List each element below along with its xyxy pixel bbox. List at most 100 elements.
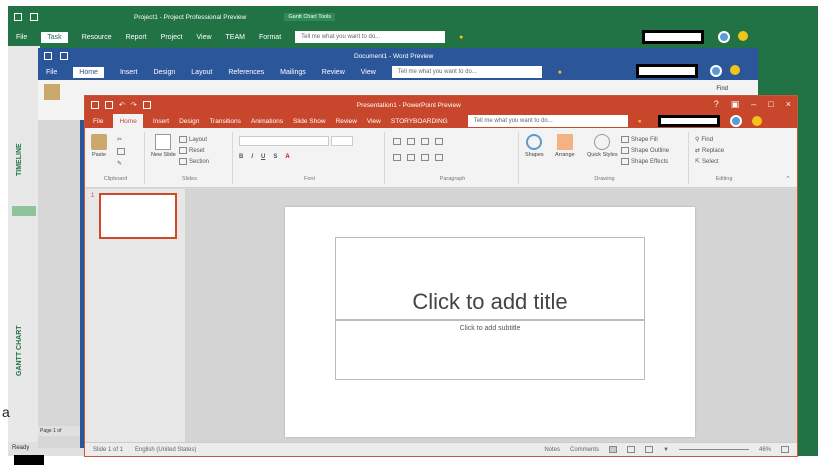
ribbon-display-icon[interactable]: ▣ [731,99,740,110]
word-page-status: Page 1 of [38,426,80,436]
select-button[interactable]: ⇱ Select [695,158,719,166]
word-tab-insert[interactable]: Insert [120,69,138,76]
section-button[interactable]: Section [179,158,209,165]
format-painter-button[interactable]: ✎ [117,160,122,167]
slide-thumbnail[interactable] [99,193,177,239]
align-right-icon[interactable] [421,154,429,161]
language-status[interactable]: English (United States) [135,447,196,453]
word-account-icon[interactable] [710,65,722,77]
word-tab-view[interactable]: View [361,69,376,76]
justify-icon[interactable] [435,154,443,161]
word-save-icon[interactable] [60,52,68,60]
bullets-icon[interactable] [393,138,401,145]
start-slideshow-icon[interactable] [142,101,151,109]
strikethrough-button[interactable]: S [273,154,277,160]
ppt-tab-home[interactable]: Home [113,114,143,128]
bold-button[interactable]: B [239,154,243,160]
layout-button[interactable]: Layout [179,136,207,143]
font-color-button[interactable]: A [285,154,289,160]
normal-view-icon[interactable] [609,446,618,453]
ppt-account-icon[interactable] [729,115,742,127]
slideshow-view-icon[interactable]: ▼ [663,447,669,453]
help-icon[interactable]: ? [714,99,719,110]
project-tab-report[interactable]: Report [126,34,147,41]
reset-button[interactable]: Reset [179,147,205,154]
account-icon[interactable] [718,31,730,43]
italic-button[interactable]: I [251,154,253,160]
shape-outline-button[interactable]: Shape Outline [621,147,669,154]
new-slide-button[interactable]: New Slide [151,134,176,158]
reset-icon [179,147,187,154]
fit-to-window-icon[interactable] [781,446,789,453]
collapse-ribbon-icon[interactable]: ⌃ [785,175,791,183]
project-tab-view[interactable]: View [196,34,211,41]
ppt-tab-file[interactable]: File [93,118,103,125]
undo-icon[interactable]: ↶ [119,101,125,109]
powerpoint-window[interactable]: ↶ ↷ Presentation1 - PowerPoint Preview ?… [84,95,798,457]
project-tab-project[interactable]: Project [161,34,183,41]
project-tab-format[interactable]: Format [259,34,281,41]
slide-sorter-icon[interactable] [627,446,636,453]
ppt-tab-slideshow[interactable]: Slide Show [293,118,326,125]
project-tellme-input[interactable]: Tell me what you want to do... [295,31,446,43]
slide-canvas[interactable]: Click to add title Click to add subtitle [285,207,695,437]
title-placeholder[interactable]: Click to add title [335,237,645,320]
quick-styles-button[interactable]: Quick Styles [587,134,618,158]
shape-fill-button[interactable]: Shape Fill [621,136,658,143]
underline-button[interactable]: U [261,154,265,160]
arrange-button[interactable]: Arrange [555,134,575,158]
minimize-button[interactable]: – [751,99,756,110]
ppt-tab-animations[interactable]: Animations [251,118,283,125]
redo-icon[interactable]: ↷ [131,101,137,109]
ppt-tab-view[interactable]: View [367,118,381,125]
cut-button[interactable]: ✂ [117,136,122,143]
increase-indent-icon[interactable] [435,138,443,145]
word-tab-home[interactable]: Home [73,66,104,78]
ppt-tab-storyboarding[interactable]: STORYBOARDING [391,118,448,125]
project-tab-task[interactable]: Task [41,31,68,43]
close-button[interactable]: × [786,99,791,110]
feedback-smiley-icon[interactable] [738,31,748,41]
notes-button[interactable]: Notes [544,447,560,453]
reading-view-icon[interactable] [645,446,654,453]
word-tab-references[interactable]: References [228,69,264,76]
ppt-tab-transitions[interactable]: Transitions [209,118,241,125]
zoom-slider[interactable] [678,449,749,450]
shapes-button[interactable]: Shapes [525,134,544,158]
ppt-feedback-icon[interactable] [751,116,762,126]
align-left-icon[interactable] [393,154,401,161]
save-icon[interactable] [30,13,38,21]
numbering-icon[interactable] [407,138,415,145]
maximize-button[interactable]: □ [768,99,773,110]
replace-button[interactable]: ⇄ Replace [695,147,724,155]
word-tab-mailings[interactable]: Mailings [280,69,306,76]
decrease-indent-icon[interactable] [421,138,429,145]
word-tab-file[interactable]: File [46,69,57,76]
ppt-tellme-input[interactable]: Tell me what you want to do... [467,115,628,127]
project-tab-file[interactable]: File [16,34,27,41]
align-center-icon[interactable] [407,154,415,161]
shape-effects-button[interactable]: Shape Effects [621,158,668,165]
word-find-button[interactable]: Find [716,86,728,92]
font-size-select[interactable] [331,136,353,146]
subtitle-placeholder[interactable]: Click to add subtitle [335,320,645,380]
word-tab-layout[interactable]: Layout [191,69,212,76]
project-tab-team[interactable]: TEAM [226,34,245,41]
project-tab-resource[interactable]: Resource [82,34,112,41]
word-paste-button[interactable] [44,84,60,100]
word-tab-design[interactable]: Design [153,69,175,76]
word-tab-review[interactable]: Review [322,69,345,76]
font-name-select[interactable] [239,136,329,146]
word-feedback-icon[interactable] [730,65,740,75]
ppt-tab-insert[interactable]: Insert [153,118,169,125]
comments-button[interactable]: Comments [570,447,599,453]
word-tellme-input[interactable]: Tell me what you want to do... [391,66,542,78]
paste-button[interactable]: Paste [91,134,107,158]
zoom-level[interactable]: 46% [759,447,771,453]
copy-button[interactable] [117,148,125,155]
ppt-tab-design[interactable]: Design [179,118,199,125]
ppt-tab-review[interactable]: Review [336,118,357,125]
ppt-save-icon[interactable] [105,101,113,109]
status-right: Notes Comments ▼ 46% [544,446,789,453]
find-button[interactable]: ⚲ Find [695,136,713,144]
